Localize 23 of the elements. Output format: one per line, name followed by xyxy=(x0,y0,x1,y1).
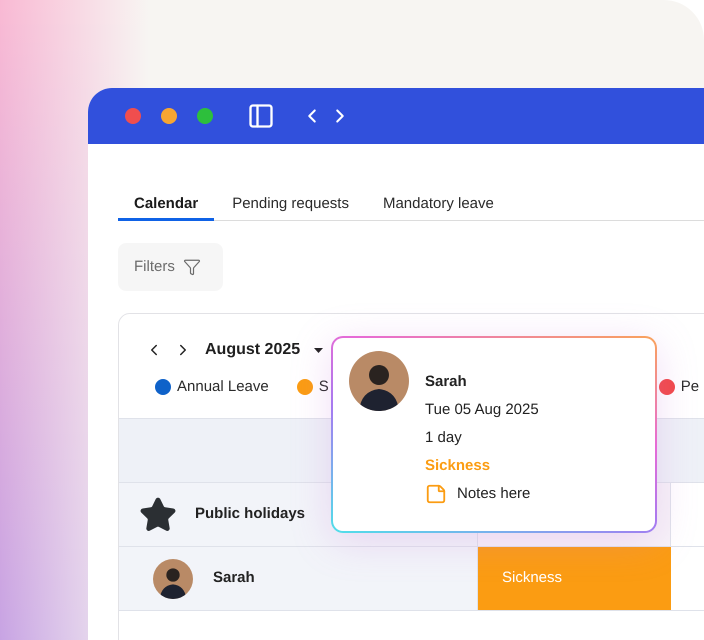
month-label: August 2025 xyxy=(205,340,300,360)
legend-label: Pe xyxy=(680,377,700,397)
star-icon xyxy=(139,496,177,534)
tab[interactable]: Calendar xyxy=(118,190,214,221)
note-icon xyxy=(425,483,447,506)
popover-date: Tue 05 Aug 2025 xyxy=(425,401,539,419)
popover-leave-type: Sickness xyxy=(425,457,492,475)
popover-name: Sarah xyxy=(425,373,468,391)
tab[interactable]: Mandatory leave xyxy=(366,190,510,221)
row-label: Public holidays xyxy=(195,504,306,524)
sidebar-toggle-icon[interactable] xyxy=(247,102,275,130)
minimize-window-button[interactable] xyxy=(161,108,177,124)
filters-button[interactable]: Filters xyxy=(118,243,223,291)
maximize-window-button[interactable] xyxy=(197,108,213,124)
tab[interactable]: Pending requests xyxy=(216,190,365,221)
avatar xyxy=(153,558,193,598)
legend-label: Annual Leave xyxy=(177,377,269,397)
dropdown-caret-icon[interactable] xyxy=(314,348,324,352)
legend-label: S xyxy=(318,377,329,397)
popover-duration: 1 day xyxy=(425,429,463,447)
row-label: Sarah xyxy=(213,568,255,588)
filter-icon xyxy=(182,258,201,276)
popover-notes: Notes here xyxy=(457,484,530,504)
